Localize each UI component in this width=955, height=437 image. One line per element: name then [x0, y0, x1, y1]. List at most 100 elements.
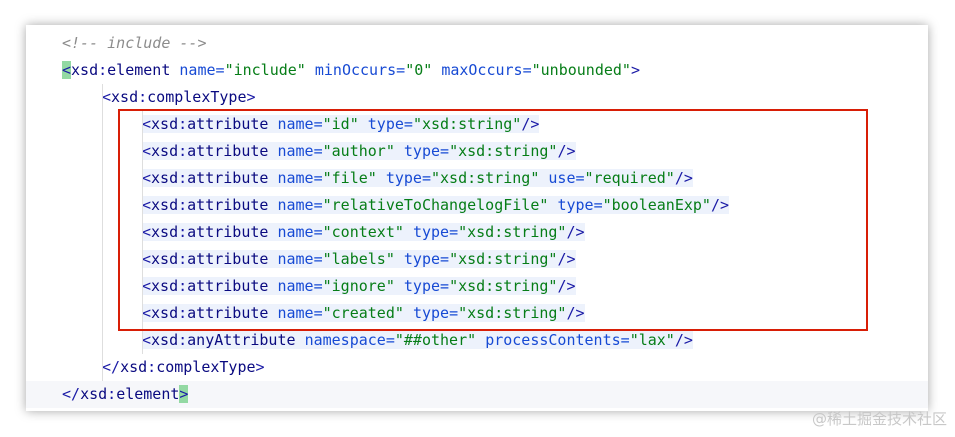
code-content: <xsd:element name="include" minOccurs="0… — [62, 61, 640, 79]
attribute-equals: = — [385, 331, 395, 349]
tag-name: attribute — [187, 169, 269, 187]
tag-namespace: xsd — [151, 196, 179, 214]
tag-name: attribute — [187, 142, 269, 160]
attribute-value: "xsd:string" — [412, 115, 522, 133]
attribute-name: name — [277, 304, 314, 322]
code-line[interactable]: </xsd:complexType> — [26, 354, 928, 381]
tag-colon: : — [178, 331, 188, 349]
attribute-name: minOccurs — [314, 61, 397, 79]
code-line[interactable]: <xsd:complexType> — [26, 84, 928, 111]
code-content: <xsd:attribute name="labels" type="xsd:s… — [142, 250, 576, 268]
code-editor[interactable]: <!-- include --> <xsd:element name="inclu… — [26, 25, 928, 411]
tag-name: attribute — [187, 115, 269, 133]
code-line[interactable]: <xsd:attribute name="file" type="xsd:str… — [26, 165, 928, 192]
tag-bracket: < — [142, 277, 152, 295]
tag-bracket: /> — [566, 223, 585, 241]
tag-bracket: > — [246, 88, 256, 106]
attribute-value: "relativeToChangelogFile" — [322, 196, 549, 214]
tag-bracket: > — [255, 358, 265, 376]
tag-namespace: xsd — [151, 250, 179, 268]
tag-namespace: xsd — [151, 277, 179, 295]
tag-name: attribute — [187, 304, 269, 322]
attribute-name: use — [548, 169, 576, 187]
attribute-equals: = — [313, 277, 323, 295]
code-line[interactable]: <xsd:element name="include" minOccurs="0… — [26, 57, 928, 84]
tag-bracket: </ — [102, 358, 121, 376]
attribute-value: "xsd:string" — [449, 277, 558, 295]
code-content: </xsd:complexType> — [102, 358, 265, 376]
tag-bracket: /> — [710, 196, 730, 214]
tag-colon: : — [178, 142, 188, 160]
tag-bracket: < — [142, 196, 152, 214]
tag-bracket: /> — [557, 250, 576, 268]
tag-bracket: /> — [674, 169, 693, 187]
attribute-name: name — [277, 223, 314, 241]
tag-colon: : — [178, 196, 188, 214]
attribute-name: name — [277, 142, 314, 160]
watermark: @稀土掘金技术社区 — [811, 410, 947, 428]
attribute-equals: = — [313, 304, 323, 322]
attribute-value: "required" — [584, 169, 675, 187]
tag-colon: : — [147, 358, 157, 376]
tag-name: complexType — [156, 358, 256, 376]
attribute-equals: = — [396, 61, 406, 79]
attribute-equals: = — [313, 196, 323, 214]
code-content: <xsd:complexType> — [102, 88, 256, 106]
code-line[interactable]: <xsd:attribute name="id" type="xsd:strin… — [26, 111, 928, 138]
tag-bracket: /> — [521, 115, 540, 133]
tag-namespace: xsd — [80, 385, 108, 403]
attribute-name: maxOccurs — [441, 61, 523, 79]
code-content: <xsd:attribute name="created" type="xsd:… — [142, 304, 585, 322]
attribute-value: "author" — [322, 142, 395, 160]
attribute-value: "id" — [322, 115, 359, 133]
attribute-value: "ignore" — [322, 277, 395, 295]
tag-namespace: xsd — [151, 331, 179, 349]
tag-bracket: > — [179, 385, 189, 403]
attribute-value: "labels" — [322, 250, 395, 268]
attribute-equals: = — [313, 223, 323, 241]
attribute-equals: = — [440, 250, 450, 268]
tag-bracket: < — [102, 88, 112, 106]
code-line[interactable]: <xsd:anyAttribute namespace="##other" pr… — [26, 327, 928, 354]
code-content: <xsd:attribute name="file" type="xsd:str… — [142, 169, 693, 187]
code-line[interactable]: <xsd:attribute name="labels" type="xsd:s… — [26, 246, 928, 273]
attribute-value: "unbounded" — [531, 61, 631, 79]
attribute-value: "xsd:string" — [449, 142, 558, 160]
attribute-equals: = — [313, 169, 323, 187]
code-line[interactable]: <xsd:attribute name="created" type="xsd:… — [26, 300, 928, 327]
code-line[interactable]: </xsd:element> — [26, 381, 928, 408]
tag-namespace: xsd — [151, 223, 179, 241]
attribute-name: name — [277, 250, 314, 268]
code-line[interactable]: <xsd:attribute name="author" type="xsd:s… — [26, 138, 928, 165]
code-line[interactable]: <xsd:attribute name="relativeToChangelog… — [26, 192, 928, 219]
attribute-name: name — [277, 196, 314, 214]
attribute-value: "xsd:string" — [458, 304, 567, 322]
code-line[interactable]: <xsd:attribute name="context" type="xsd:… — [26, 219, 928, 246]
tag-bracket: > — [630, 61, 640, 79]
tag-bracket: < — [142, 250, 152, 268]
code-line[interactable]: <xsd:attribute name="ignore" type="xsd:s… — [26, 273, 928, 300]
tag-colon: : — [178, 304, 188, 322]
tag-name: element — [116, 385, 180, 403]
code-content: <xsd:attribute name="id" type="xsd:strin… — [142, 115, 540, 133]
tag-name: attribute — [187, 250, 269, 268]
attribute-value: "created" — [322, 304, 404, 322]
attribute-name: name — [277, 277, 314, 295]
attribute-value: "booleanExp" — [602, 196, 711, 214]
code-content: </xsd:element> — [62, 385, 189, 403]
tag-name: element — [107, 61, 171, 79]
code-line[interactable]: <!-- include --> — [26, 30, 928, 57]
attribute-name: name — [179, 61, 216, 79]
attribute-value: "0" — [405, 61, 433, 79]
tag-bracket: /> — [557, 142, 576, 160]
attribute-equals: = — [440, 142, 450, 160]
indent-guide — [102, 84, 103, 381]
tag-bracket: < — [142, 223, 152, 241]
tag-name: attribute — [187, 196, 269, 214]
code-content: <xsd:attribute name="relativeToChangelog… — [142, 196, 730, 214]
attribute-equals: = — [575, 169, 585, 187]
attribute-name: type — [557, 196, 594, 214]
attribute-equals: = — [522, 61, 532, 79]
tag-name: attribute — [187, 277, 269, 295]
attribute-value: "lax" — [629, 331, 675, 349]
